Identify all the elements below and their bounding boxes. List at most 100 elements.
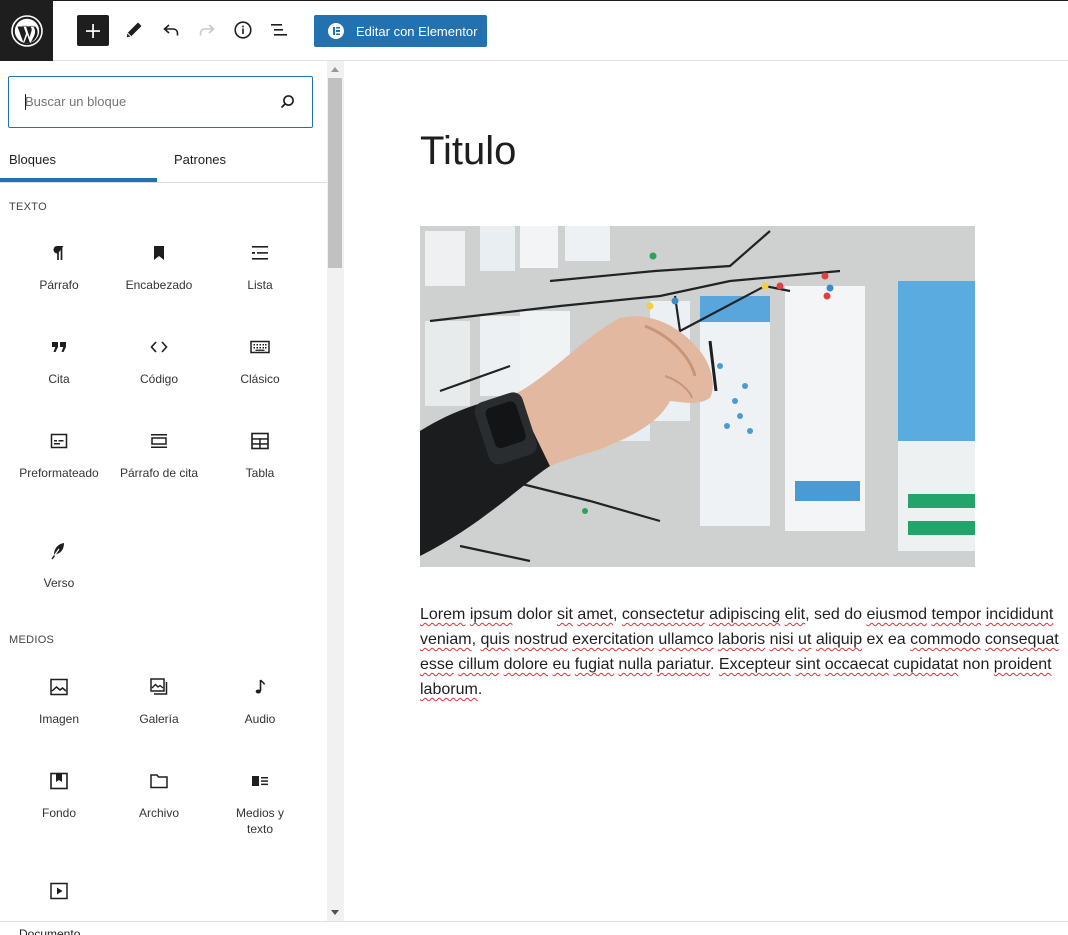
misspelled-word: ut — [798, 631, 812, 648]
block-table[interactable]: Tabla — [210, 429, 310, 481]
block-preformatted[interactable]: Preformateado — [9, 429, 109, 481]
block-label: Imagen — [38, 712, 80, 726]
block-label: Clásico — [240, 372, 280, 386]
misspelled-word: Excepteur — [718, 656, 791, 673]
elementor-button-label: Editar con Elementor — [356, 23, 478, 39]
paragraph-line: veniam, quis nostrud exercitation ullamc… — [420, 631, 1059, 648]
block-audio[interactable]: Audio — [210, 675, 310, 727]
misspelled-word: proident — [993, 656, 1052, 673]
wordpress-logo[interactable] — [0, 0, 53, 61]
post-title[interactable]: Titulo — [420, 129, 516, 174]
misspelled-word: incididunt — [985, 606, 1054, 623]
video-icon — [50, 882, 68, 900]
misspelled-word: ullamco — [658, 631, 714, 648]
edit-with-elementor-button[interactable]: Editar con Elementor — [314, 15, 487, 47]
misspelled-word: fugiat — [574, 656, 614, 673]
tab-patterns[interactable]: Patrones — [157, 142, 327, 182]
elementor-icon — [328, 23, 344, 39]
misspelled-word: nulla — [618, 656, 653, 673]
block-code[interactable]: Código — [109, 335, 209, 387]
block-search — [8, 76, 313, 128]
undo-icon — [163, 24, 179, 36]
block-image[interactable]: Imagen — [9, 675, 109, 727]
misspelled-word: sint — [795, 656, 821, 673]
block-pullquote[interactable]: Párrafo de cita — [109, 429, 209, 481]
misspelled-word: cupidatat — [893, 656, 959, 673]
media-text-icon — [252, 776, 268, 786]
list-view-button[interactable] — [263, 14, 295, 46]
misspelled-word: aliquip — [815, 631, 863, 648]
block-label: Verso — [43, 576, 75, 590]
misspelled-word: consectetur — [621, 606, 705, 623]
misspelled-word: sit — [556, 606, 573, 623]
misspelled-word: nisi — [769, 631, 794, 648]
undo-button[interactable] — [155, 14, 187, 46]
scrollbar-thumb[interactable] — [328, 78, 342, 268]
block-paragraph[interactable]: Párrafo — [9, 241, 109, 293]
block-file[interactable]: Archivo — [109, 769, 209, 821]
tab-blocks[interactable]: Bloques — [0, 142, 157, 182]
misspelled-word: cillum — [458, 656, 500, 673]
misspelled-word: pariatur — [656, 656, 711, 673]
paragraph-line: laborum. — [420, 681, 483, 698]
preformatted-icon — [50, 433, 68, 449]
redo-button[interactable] — [191, 14, 223, 46]
tools-button[interactable] — [118, 14, 150, 46]
add-block-button[interactable] — [77, 15, 109, 46]
block-cover[interactable]: Fondo — [9, 769, 109, 821]
misspelled-word: laborum — [420, 681, 478, 698]
block-label: Código — [139, 372, 179, 386]
sidebar-scrollbar[interactable] — [327, 61, 344, 921]
editor-header: Editar con Elementor — [0, 0, 1068, 61]
folder-icon — [150, 774, 168, 789]
bookmark-icon — [154, 246, 164, 260]
search-icon — [280, 95, 294, 109]
block-label: Lista — [247, 278, 273, 292]
post-paragraph[interactable]: Lorem ipsum dolor sit amet, consectetur … — [420, 602, 1068, 702]
block-quote[interactable]: Cita — [9, 335, 109, 387]
code-icon — [150, 341, 168, 353]
misspelled-word: consequat — [984, 631, 1059, 648]
list-view-icon — [271, 24, 287, 36]
misspelled-word: esse — [420, 656, 454, 673]
block-list[interactable]: Lista — [210, 241, 310, 293]
block-gallery[interactable]: Galería — [109, 675, 209, 727]
scroll-down-arrow[interactable] — [331, 910, 339, 915]
category-title-text: TEXTO — [9, 201, 47, 213]
block-label: Audio — [244, 712, 276, 726]
table-icon — [251, 432, 269, 450]
post-image-block[interactable] — [420, 226, 975, 567]
details-button[interactable] — [227, 14, 259, 46]
block-label: Cita — [48, 372, 70, 386]
block-verse[interactable]: Verso — [9, 539, 109, 591]
category-title-media: MEDIOS — [9, 634, 55, 646]
block-label: Galería — [139, 712, 179, 726]
quote-icon — [52, 342, 66, 352]
block-label: Medios y texto — [235, 806, 285, 836]
keyboard-icon — [250, 340, 270, 354]
wordpress-icon — [10, 14, 43, 47]
block-heading[interactable]: Encabezado — [109, 241, 209, 293]
photo-hand-pinning-wireframes — [420, 226, 975, 567]
misspelled-word: elit — [784, 606, 806, 623]
block-search-input[interactable] — [25, 77, 265, 126]
cover-icon — [50, 772, 68, 790]
block-classic[interactable]: Clásico — [210, 335, 310, 387]
misspelled-word: quis — [480, 631, 510, 648]
pencil-icon — [126, 22, 142, 38]
image-icon — [50, 678, 68, 696]
inserter-tabs: Bloques Patrones — [0, 142, 327, 183]
plus-icon — [86, 23, 100, 38]
block-label: Párrafo de cita — [119, 466, 199, 480]
misspelled-word: laboris — [717, 631, 766, 648]
list-icon — [252, 246, 268, 260]
block-media-text[interactable]: Medios y texto — [210, 769, 310, 837]
scroll-up-arrow[interactable] — [331, 67, 339, 72]
misspelled-word: exercitation — [572, 631, 654, 648]
paragraph-icon — [53, 246, 64, 260]
music-note-icon — [255, 679, 266, 694]
pullquote-icon — [151, 434, 167, 448]
block-video[interactable] — [9, 879, 109, 903]
misspelled-word: amet — [577, 606, 613, 623]
redo-icon — [199, 24, 215, 36]
